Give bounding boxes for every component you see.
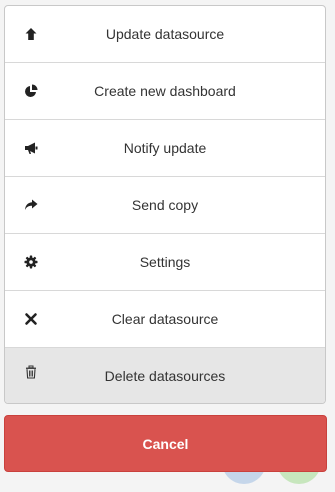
menu-item-clear-datasource[interactable]: Clear datasource: [5, 291, 325, 348]
menu-item-delete-datasources[interactable]: Delete datasources: [5, 348, 325, 403]
menu-item-label: Delete datasources: [104, 368, 226, 384]
menu-item-label: Create new dashboard: [94, 83, 236, 99]
menu-item-settings[interactable]: Settings: [5, 234, 325, 291]
pie-chart-icon: [23, 83, 39, 99]
menu-item-send-copy[interactable]: Send copy: [5, 177, 325, 234]
menu-item-update-datasource[interactable]: Update datasource: [5, 6, 325, 63]
menu-item-label: Update datasource: [105, 26, 225, 42]
megaphone-icon: [23, 140, 39, 156]
menu-item-label: Clear datasource: [111, 311, 219, 327]
action-sheet-menu: Update datasource Create new dashboard N…: [4, 5, 326, 404]
cancel-button[interactable]: Cancel: [4, 415, 327, 472]
menu-item-label: Notify update: [123, 140, 207, 156]
menu-item-label: Send copy: [131, 197, 199, 213]
menu-item-create-new-dashboard[interactable]: Create new dashboard: [5, 63, 325, 120]
arrow-up-icon: [23, 26, 39, 42]
share-arrow-icon: [23, 197, 39, 213]
close-icon: [23, 311, 39, 327]
menu-item-label: Settings: [139, 254, 191, 270]
trash-icon: [23, 364, 39, 380]
menu-item-notify-update[interactable]: Notify update: [5, 120, 325, 177]
gear-icon: [23, 254, 39, 270]
